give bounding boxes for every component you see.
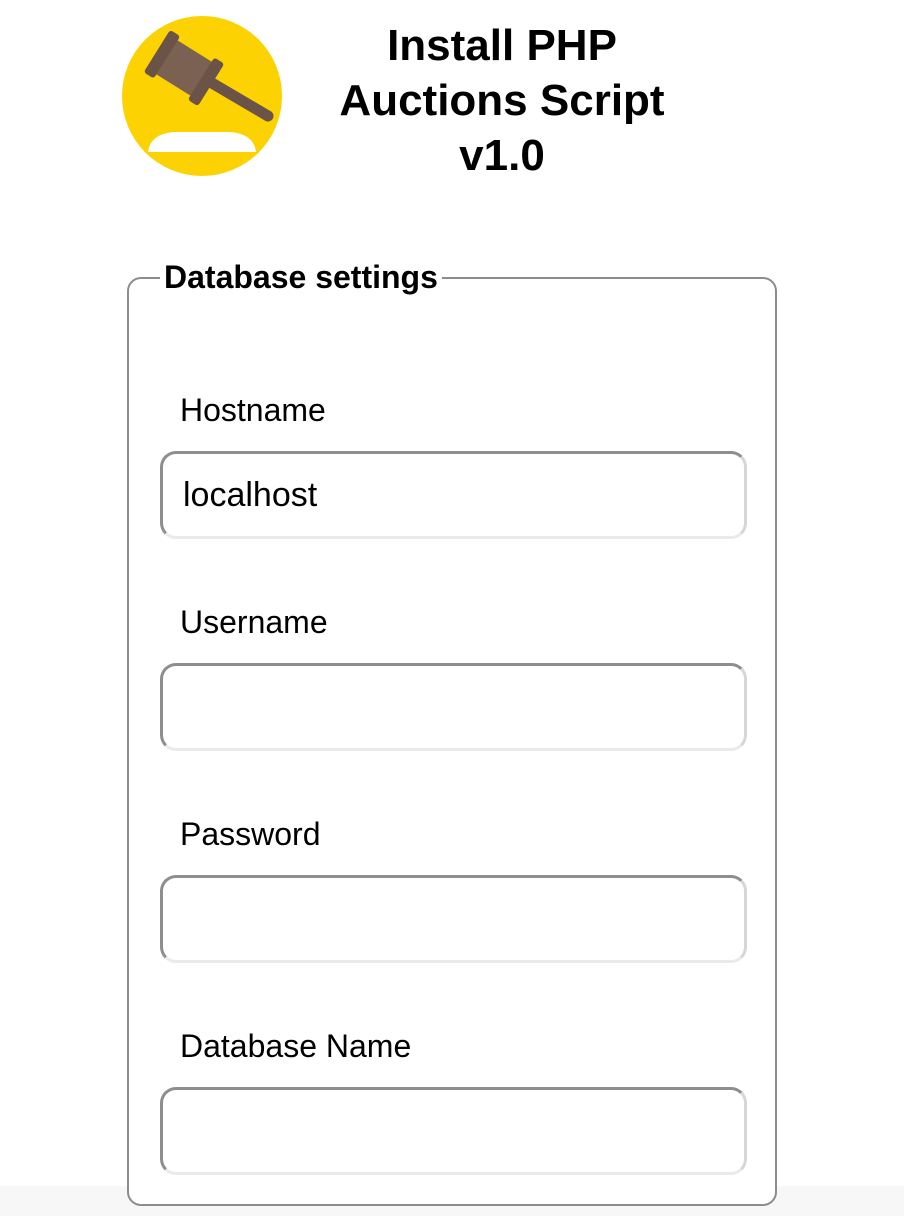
fieldset-legend: Database settings [160, 257, 442, 297]
gavel-icon [122, 16, 282, 176]
title-line-3: v1.0 [459, 131, 545, 180]
hostname-input[interactable] [160, 451, 747, 539]
title-line-1: Install PHP [387, 21, 617, 70]
database-name-input[interactable] [160, 1087, 747, 1175]
title-line-2: Auctions Script [339, 76, 665, 125]
username-input[interactable] [160, 663, 747, 751]
database-name-label: Database Name [180, 1028, 412, 1064]
password-input[interactable] [160, 875, 747, 963]
install-page: Install PHP Auctions Script v1.0 Databas… [0, 0, 904, 1216]
password-label: Password [180, 816, 321, 852]
hostname-label: Hostname [180, 392, 326, 428]
username-label: Username [180, 604, 328, 640]
page-title: Install PHP Auctions Script v1.0 [302, 18, 702, 183]
